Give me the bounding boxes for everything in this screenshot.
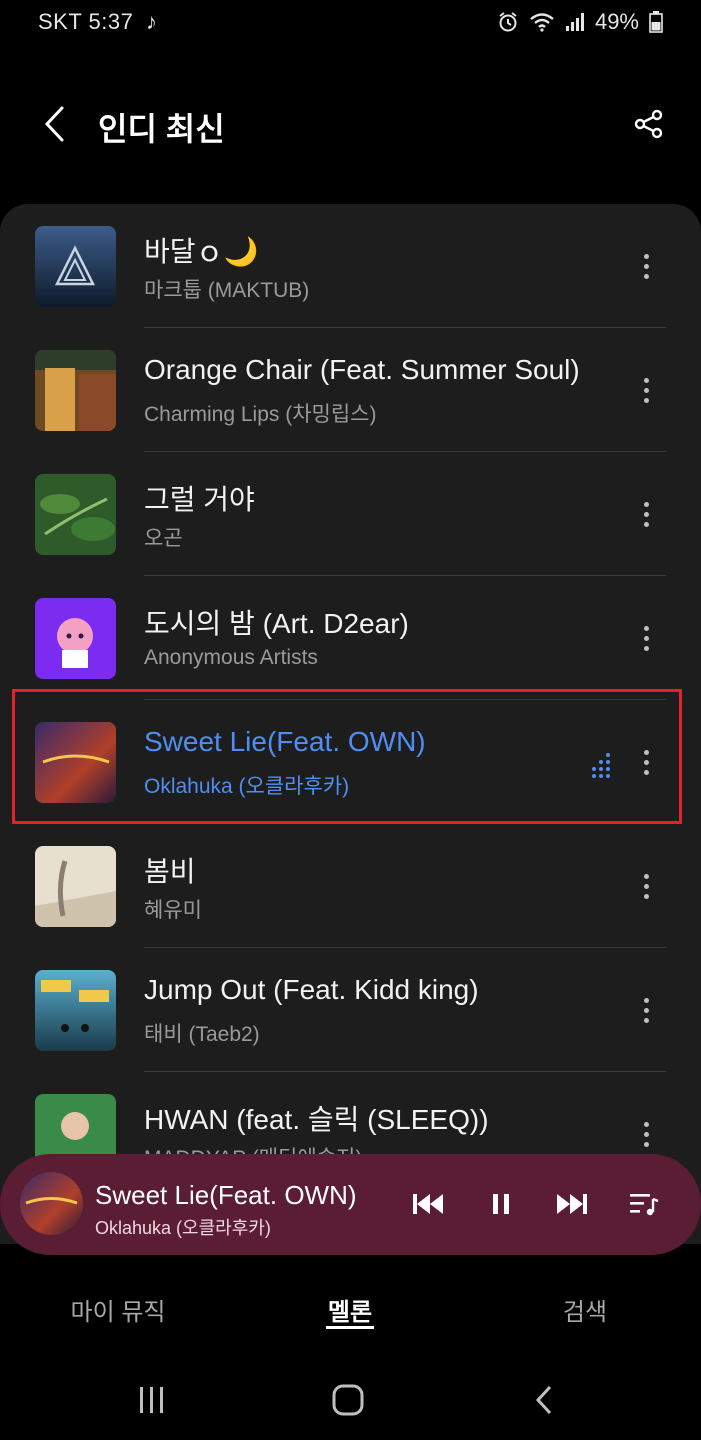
tab-my-music[interactable]: 마이 뮤직	[66, 1292, 170, 1327]
song-row[interactable]: 봄비 혜유미	[0, 824, 701, 948]
song-artist: Anonymous Artists	[144, 646, 318, 669]
song-title: 바달ｏ🌙	[144, 236, 259, 267]
back-button[interactable]	[30, 100, 78, 148]
more-options-button[interactable]	[631, 742, 661, 782]
song-title: 도시의 밤 (Art. D2ear)	[144, 608, 409, 639]
song-row[interactable]: 바달ｏ🌙 마크툽 (MAKTUB)	[0, 204, 701, 328]
mini-player-artist: Oklahuka (오클라후카)	[95, 1218, 271, 1238]
song-list: 바달ｏ🌙 마크툽 (MAKTUB) Orange Chair (Feat. Su…	[0, 204, 701, 1244]
mini-player-title: Sweet Lie(Feat. OWN)	[95, 1180, 357, 1210]
song-title: Orange Chair (Feat. Summer Soul)	[144, 354, 580, 385]
album-art	[35, 970, 116, 1051]
signal-icon	[565, 13, 584, 31]
system-back-button[interactable]	[514, 1378, 574, 1422]
header: 인디 최신	[0, 84, 701, 164]
bottom-navigation: 마이 뮤직 멜론 검색	[0, 1270, 701, 1350]
chevron-left-icon	[44, 106, 64, 142]
song-artist: 마크툽 (MAKTUB)	[144, 279, 310, 302]
more-options-button[interactable]	[631, 1114, 661, 1154]
song-title: HWAN (feat. 슬릭 (SLEEQ))	[144, 1104, 489, 1135]
song-artist: Charming Lips (차밍립스)	[144, 403, 377, 426]
home-button[interactable]	[318, 1378, 378, 1422]
home-icon	[332, 1384, 364, 1416]
playlist-button[interactable]	[620, 1180, 668, 1228]
song-title: Sweet Lie(Feat. OWN)	[144, 726, 426, 757]
battery-icon	[649, 11, 663, 33]
album-art	[35, 846, 116, 927]
recent-apps-icon	[140, 1387, 163, 1413]
share-button[interactable]	[625, 100, 673, 148]
carrier-time-text: SKT 5:37	[38, 9, 134, 34]
song-artist: 태비 (Taeb2)	[144, 1023, 260, 1046]
album-art	[35, 722, 116, 803]
album-art	[35, 474, 116, 555]
song-row[interactable]: Jump Out (Feat. Kidd king) 태비 (Taeb2)	[0, 948, 701, 1072]
song-title: 그럴 거야	[144, 484, 255, 515]
battery-text: 49%	[594, 9, 639, 34]
status-icons: 49%	[497, 9, 663, 35]
music-note-icon: ♪	[145, 9, 158, 34]
skip-next-icon	[557, 1194, 587, 1214]
next-button[interactable]	[548, 1180, 596, 1228]
more-options-button[interactable]	[631, 494, 661, 534]
song-title: 봄비	[144, 856, 196, 887]
status-carrier-time: SKT 5:37 ♪	[38, 9, 157, 35]
song-row[interactable]: 그럴 거야 오곤	[0, 452, 701, 576]
album-art	[35, 226, 116, 307]
album-art	[35, 598, 116, 679]
pause-icon	[493, 1194, 509, 1214]
tab-melon[interactable]: 멜론	[310, 1292, 390, 1327]
pause-button[interactable]	[477, 1180, 525, 1228]
share-icon	[634, 109, 663, 139]
song-row[interactable]: 도시의 밤 (Art. D2ear) Anonymous Artists	[0, 576, 701, 700]
song-row-now-playing[interactable]: Sweet Lie(Feat. OWN) Oklahuka (오클라후카)	[0, 700, 701, 824]
more-options-button[interactable]	[631, 990, 661, 1030]
song-title: Jump Out (Feat. Kidd king)	[144, 974, 479, 1005]
system-navigation-bar	[0, 1360, 701, 1440]
previous-button[interactable]	[404, 1180, 452, 1228]
page-title: 인디 최신	[98, 111, 225, 147]
song-row[interactable]: Orange Chair (Feat. Summer Soul) Charmin…	[0, 328, 701, 452]
mini-player-album-art	[20, 1172, 83, 1235]
back-icon	[535, 1385, 552, 1415]
wifi-icon	[530, 13, 554, 32]
song-artist: Oklahuka (오클라후카)	[144, 775, 350, 798]
alarm-icon	[499, 12, 517, 32]
mini-player[interactable]: Sweet Lie(Feat. OWN) Oklahuka (오클라후카)	[0, 1154, 701, 1255]
song-artist: 오곤	[144, 527, 183, 550]
song-artist: 혜유미	[144, 899, 202, 922]
more-options-button[interactable]	[631, 370, 661, 410]
more-options-button[interactable]	[631, 246, 661, 286]
recent-apps-button[interactable]	[122, 1378, 182, 1422]
tab-search[interactable]: 검색	[545, 1292, 625, 1327]
skip-previous-icon	[413, 1194, 443, 1214]
status-bar: SKT 5:37 ♪ 49%	[0, 0, 701, 44]
active-tab-indicator	[326, 1326, 374, 1329]
album-art	[35, 350, 116, 431]
now-playing-indicator-icon	[592, 753, 610, 778]
more-options-button[interactable]	[631, 618, 661, 658]
playlist-icon	[630, 1194, 659, 1216]
more-options-button[interactable]	[631, 866, 661, 906]
